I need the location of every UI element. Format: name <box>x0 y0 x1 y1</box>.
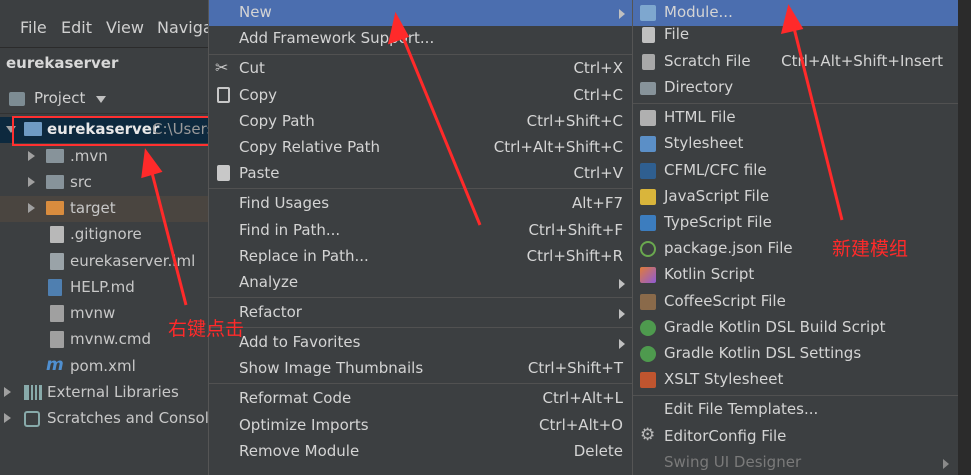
annotation-arrow-line <box>148 164 188 306</box>
annotation-arrowhead <box>387 11 410 45</box>
annotation-arrow-line <box>790 19 844 221</box>
annotation-new-module: 新建模组 <box>832 238 909 260</box>
annotation-arrowhead <box>780 4 804 34</box>
annotation-right-click: 右键点击 <box>168 318 245 340</box>
annotation-arrow-line <box>398 29 482 226</box>
annotation-arrows <box>141 4 844 306</box>
annotation-arrowhead <box>141 148 163 179</box>
